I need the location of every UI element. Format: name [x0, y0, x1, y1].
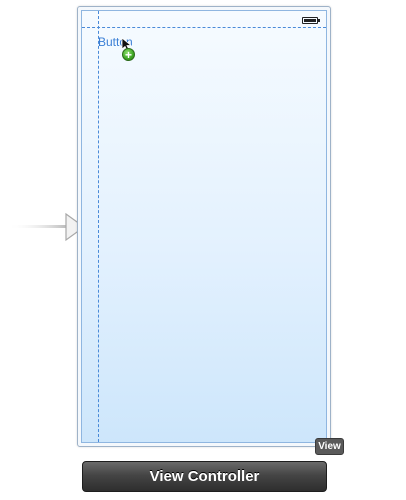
scene-frame[interactable]: Button +: [77, 6, 331, 447]
vertical-guide: [98, 11, 99, 442]
battery-icon: [302, 17, 320, 24]
view-badge[interactable]: View: [315, 438, 344, 455]
view-controller-bar[interactable]: View Controller: [82, 461, 327, 492]
entry-point-arrow-icon[interactable]: [8, 212, 86, 242]
plus-icon: +: [122, 48, 135, 61]
root-view[interactable]: Button +: [81, 10, 327, 443]
storyboard-canvas: Button + View View Controller: [0, 0, 406, 500]
horizontal-guide: [82, 27, 326, 28]
